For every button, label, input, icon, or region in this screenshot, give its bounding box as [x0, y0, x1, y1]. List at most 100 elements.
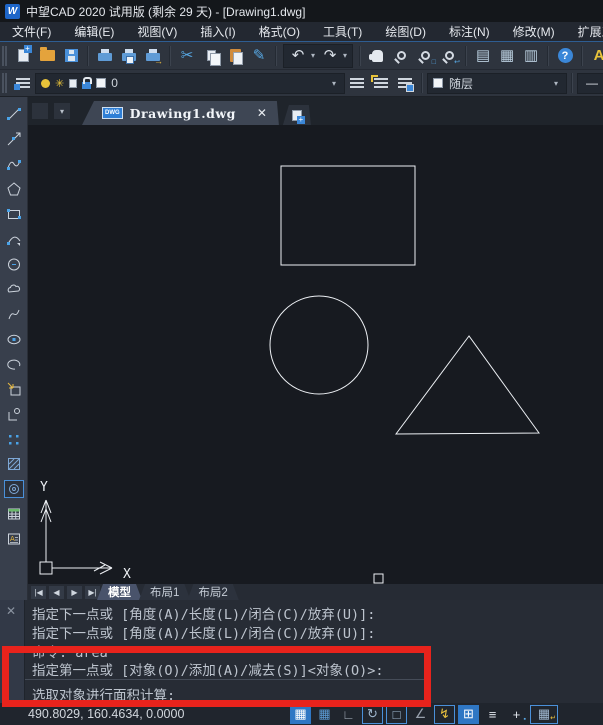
menu-modify[interactable]: 修改(M): [513, 23, 555, 40]
sheet-set-button[interactable]: ▥: [519, 44, 543, 68]
text-style-button[interactable]: A: [587, 44, 603, 68]
cut-button[interactable]: ✂: [175, 44, 199, 68]
color-dropdown-arrow[interactable]: ▾: [554, 79, 558, 88]
layer-dropdown-arrow[interactable]: ▾: [332, 79, 336, 88]
zoom-previous-badge: ↩: [454, 58, 460, 66]
tab-model[interactable]: 模型: [97, 584, 142, 600]
draw-tool-line[interactable]: [4, 105, 24, 123]
layer-states-button[interactable]: [393, 71, 417, 95]
layer-dropdown[interactable]: ✳ 0 ▾: [35, 73, 345, 94]
color-dropdown[interactable]: 随层 ▾: [427, 73, 567, 94]
ortho-toggle-icon[interactable]: ∟: [338, 705, 359, 724]
paste-button[interactable]: [223, 44, 247, 68]
layout-tab-bar: |◀ ◀ ▶ ▶| 模型 布局1 布局2: [28, 584, 603, 600]
new-button[interactable]: [11, 44, 35, 68]
toolbar-grip[interactable]: [2, 73, 7, 93]
save-button[interactable]: [59, 44, 83, 68]
menu-express-tools[interactable]: 扩展工具: [578, 23, 603, 40]
match-properties-button[interactable]: ✎: [247, 44, 271, 68]
undo-dropdown-icon[interactable]: ▾: [311, 51, 315, 60]
draw-tool-arc[interactable]: [4, 230, 24, 248]
draw-tool-ellipse[interactable]: [4, 330, 24, 348]
menu-view[interactable]: 视图(V): [137, 23, 177, 40]
menu-file[interactable]: 文件(F): [12, 23, 51, 40]
save-floppy-icon: [65, 49, 78, 62]
linetype-dropdown[interactable]: —: [577, 73, 603, 94]
layer-freeze-icon[interactable]: ✳: [55, 77, 64, 90]
document-tab-active[interactable]: DWG Drawing1.dwg ✕: [82, 101, 279, 125]
layer-plot-icon[interactable]: [69, 79, 77, 88]
draw-tool-point[interactable]: [4, 430, 24, 448]
draw-tool-hatch[interactable]: [4, 455, 24, 473]
menu-dimension[interactable]: 标注(N): [449, 23, 490, 40]
copy-button[interactable]: [199, 44, 223, 68]
open-button[interactable]: [35, 44, 59, 68]
properties-palette-button[interactable]: ▤: [471, 44, 495, 68]
tab-layout2[interactable]: 布局2: [187, 584, 238, 600]
draw-tool-revision-cloud[interactable]: [4, 280, 24, 298]
draw-tool-insert-block[interactable]: [4, 380, 24, 398]
toolbar-separator: [547, 46, 549, 66]
tab-layout1[interactable]: 布局1: [139, 584, 190, 600]
tab-nav-first-icon[interactable]: |◀: [31, 586, 46, 599]
annotation-scale-icon[interactable]: ▦↵: [530, 705, 558, 724]
layer-previous-button[interactable]: [369, 71, 393, 95]
object-snap-toggle-icon[interactable]: □: [386, 705, 407, 724]
undo-button[interactable]: ↶: [286, 44, 310, 68]
menu-tools[interactable]: 工具(T): [323, 23, 362, 40]
dynamic-ucs-toggle-icon[interactable]: ⊞: [458, 705, 479, 724]
menu-edit[interactable]: 编辑(E): [74, 23, 114, 40]
new-file-icon: [18, 49, 29, 62]
undo-arrow-icon: ↶: [292, 48, 305, 63]
grid-toggle-icon[interactable]: ▦: [314, 705, 335, 724]
publish-button[interactable]: [141, 44, 165, 68]
draw-tool-mtext[interactable]: A: [4, 530, 24, 548]
redo-dropdown-icon[interactable]: ▾: [343, 51, 347, 60]
menu-draw[interactable]: 绘图(D): [385, 23, 426, 40]
menu-format[interactable]: 格式(O): [259, 23, 300, 40]
draw-tool-make-block[interactable]: [4, 405, 24, 423]
layer-properties-button[interactable]: [11, 71, 35, 95]
draw-tool-ellipse-arc[interactable]: [4, 355, 24, 373]
tab-nav-prev-icon[interactable]: ◀: [49, 586, 64, 599]
zoom-previous-button[interactable]: ↩: [437, 44, 461, 68]
linetype-value: —: [586, 76, 598, 90]
doc-dropdown-button[interactable]: ▾: [54, 103, 70, 119]
tool-palette-button[interactable]: ▦: [495, 44, 519, 68]
status-menu-icon[interactable]: ≡: [482, 705, 503, 724]
toolbar-grip[interactable]: [2, 46, 7, 66]
doc-list-button[interactable]: [32, 103, 48, 119]
tab-nav-last-icon[interactable]: ▶|: [85, 586, 100, 599]
zoom-realtime-button[interactable]: [389, 44, 413, 68]
draw-tool-donut[interactable]: [4, 480, 24, 498]
draw-tool-circle[interactable]: [4, 255, 24, 273]
draw-tool-table[interactable]: [4, 505, 24, 523]
snap-toggle-icon[interactable]: ▦: [290, 705, 311, 724]
command-line-window[interactable]: ✕ 指定下一点或 [角度(A)/长度(L)/闭合(C)/放弃(U)]: 指定下一…: [0, 600, 603, 703]
layer-lock-icon[interactable]: [82, 82, 91, 89]
redo-button[interactable]: ↷: [318, 44, 342, 68]
draw-tool-polyline[interactable]: [4, 155, 24, 173]
new-document-tab-button[interactable]: [283, 105, 311, 125]
plot-preview-button[interactable]: [117, 44, 141, 68]
draw-tool-xline[interactable]: [4, 130, 24, 148]
menu-insert[interactable]: 插入(I): [200, 23, 235, 40]
model-canvas[interactable]: YX: [28, 125, 603, 584]
plot-button[interactable]: [93, 44, 117, 68]
add-selected-icon[interactable]: +▪: [506, 705, 527, 724]
help-button[interactable]: ?: [553, 44, 577, 68]
draw-tool-polygon[interactable]: [4, 180, 24, 198]
tab-nav-next-icon[interactable]: ▶: [67, 586, 82, 599]
window-title: 中望CAD 2020 试用版 (剩余 29 天) - [Drawing1.dwg…: [26, 3, 305, 20]
pan-button[interactable]: [365, 44, 389, 68]
polar-toggle-icon[interactable]: ↻: [362, 705, 383, 724]
draw-tool-spline[interactable]: [4, 305, 24, 323]
make-layer-current-button[interactable]: [345, 71, 369, 95]
zoom-window-button[interactable]: □: [413, 44, 437, 68]
dynamic-input-toggle-icon[interactable]: ↯: [434, 705, 455, 724]
draw-tool-rectangle[interactable]: [4, 205, 24, 223]
object-track-toggle-icon[interactable]: ∠: [410, 705, 431, 724]
layer-on-bulb-icon[interactable]: [41, 79, 50, 88]
command-close-icon[interactable]: ✕: [6, 604, 16, 618]
tab-close-icon[interactable]: ✕: [257, 106, 267, 120]
